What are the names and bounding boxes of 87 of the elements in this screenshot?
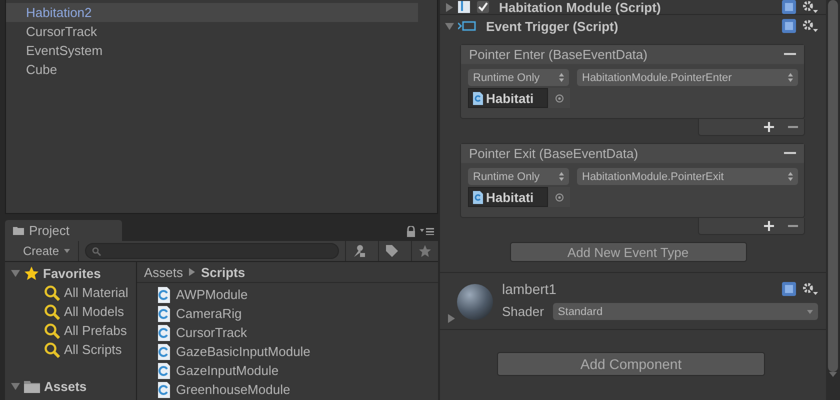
event-title: Pointer Enter (BaseEventData) bbox=[469, 47, 648, 62]
runtime-dropdown[interactable]: Runtime Only bbox=[468, 69, 569, 86]
script-file-icon bbox=[157, 324, 171, 340]
material-sphere-icon bbox=[456, 283, 494, 323]
component-title: Habitation Module (Script) bbox=[499, 0, 662, 14]
breadcrumb-item[interactable]: Assets bbox=[144, 264, 184, 280]
checkmark-icon bbox=[478, 2, 488, 12]
material-name: lambert1 bbox=[502, 281, 556, 297]
favorite-item[interactable]: All Material bbox=[64, 285, 128, 300]
script-file[interactable]: CameraRig bbox=[176, 306, 242, 321]
collapse-arrow-icon[interactable] bbox=[11, 382, 20, 391]
star-icon[interactable] bbox=[418, 244, 432, 258]
folder-icon bbox=[13, 226, 24, 235]
object-field[interactable]: Habitati bbox=[468, 88, 548, 108]
lock-icon bbox=[406, 226, 416, 236]
search-icon bbox=[44, 284, 61, 300]
function-dropdown[interactable]: HabitationModule.PointerEnter bbox=[577, 69, 798, 86]
script-file[interactable]: GreenhouseModule bbox=[176, 382, 290, 397]
script-file-icon bbox=[473, 190, 483, 204]
add-icon bbox=[764, 122, 774, 132]
script-file-icon bbox=[157, 362, 171, 378]
remove-icon bbox=[784, 53, 796, 56]
script-file-icon bbox=[473, 92, 483, 104]
updown-icon bbox=[788, 73, 793, 82]
expand-arrow-icon[interactable] bbox=[447, 314, 456, 323]
search-field[interactable] bbox=[85, 243, 339, 259]
create-dropdown[interactable]: Create bbox=[9, 241, 80, 261]
updown-icon bbox=[559, 172, 564, 181]
function-dropdown[interactable]: HabitationModule.PointerExit bbox=[577, 168, 798, 185]
event-trigger-icon bbox=[458, 21, 476, 31]
add-component-button[interactable]: Add Component bbox=[497, 352, 765, 376]
star-icon bbox=[24, 266, 39, 281]
object-field[interactable]: Habitati bbox=[468, 187, 548, 207]
object-picker-icon bbox=[554, 94, 564, 102]
help-icon bbox=[782, 19, 796, 33]
assets-label[interactable]: Assets bbox=[44, 379, 87, 394]
help-icon bbox=[782, 282, 796, 296]
script-file-icon bbox=[157, 382, 171, 398]
help-icon bbox=[782, 0, 796, 14]
hierarchy-item[interactable]: Habitation2 bbox=[6, 3, 418, 22]
settings-icon bbox=[802, 0, 818, 14]
hierarchy-item[interactable]: EventSystem bbox=[6, 41, 418, 60]
collapse-arrow-icon[interactable] bbox=[445, 22, 454, 30]
search-icon bbox=[44, 304, 61, 320]
object-picker-icon bbox=[554, 192, 564, 202]
search-icon bbox=[44, 322, 61, 338]
updown-icon bbox=[788, 172, 793, 181]
favorite-item[interactable]: All Models bbox=[64, 304, 124, 319]
script-file-icon bbox=[157, 286, 171, 302]
project-tab[interactable]: Project bbox=[5, 220, 122, 241]
tag-icon[interactable] bbox=[385, 244, 399, 258]
shader-dropdown[interactable]: Standard bbox=[552, 303, 818, 320]
settings-icon bbox=[802, 282, 818, 296]
hierarchy-item[interactable]: CursorTrack bbox=[6, 22, 418, 41]
shader-label: Shader bbox=[502, 304, 544, 319]
breadcrumb-arrow-icon bbox=[189, 268, 196, 276]
caret-icon bbox=[64, 249, 70, 253]
script-file[interactable]: AWPModule bbox=[176, 287, 248, 302]
event-title: Pointer Exit (BaseEventData) bbox=[469, 146, 638, 161]
scrollbar-thumb[interactable] bbox=[828, 0, 838, 372]
menu-icon bbox=[420, 227, 434, 235]
settings-icon bbox=[802, 19, 818, 33]
folder-icon bbox=[24, 380, 40, 393]
favorite-item[interactable]: All Scripts bbox=[64, 342, 122, 357]
script-file-icon bbox=[458, 0, 473, 14]
script-file[interactable]: CursorTrack bbox=[176, 325, 248, 340]
caret-icon bbox=[807, 310, 813, 314]
runtime-dropdown[interactable]: Runtime Only bbox=[468, 168, 569, 185]
script-file[interactable]: GazeInputModule bbox=[176, 363, 279, 378]
favorite-item[interactable]: All Prefabs bbox=[64, 323, 127, 338]
expand-arrow-icon[interactable] bbox=[445, 2, 454, 12]
remove-icon bbox=[784, 152, 796, 155]
updown-icon bbox=[559, 73, 564, 82]
shapes-icon[interactable] bbox=[352, 244, 366, 258]
search-icon bbox=[92, 246, 102, 256]
script-file[interactable]: GazeBasicInputModule bbox=[176, 344, 310, 359]
enable-checkbox[interactable] bbox=[477, 1, 489, 13]
hierarchy-item[interactable]: Cube bbox=[6, 60, 418, 79]
add-event-button[interactable]: Add New Event Type bbox=[510, 242, 746, 262]
search-icon bbox=[44, 342, 61, 358]
breadcrumb-item[interactable]: Scripts bbox=[201, 264, 246, 280]
add-icon bbox=[764, 221, 774, 231]
script-file-icon bbox=[157, 344, 171, 360]
script-file-icon bbox=[157, 306, 171, 322]
component-title: Event Trigger (Script) bbox=[486, 18, 620, 34]
favorites-label[interactable]: Favorites bbox=[43, 266, 101, 281]
collapse-arrow-icon[interactable] bbox=[11, 269, 20, 278]
